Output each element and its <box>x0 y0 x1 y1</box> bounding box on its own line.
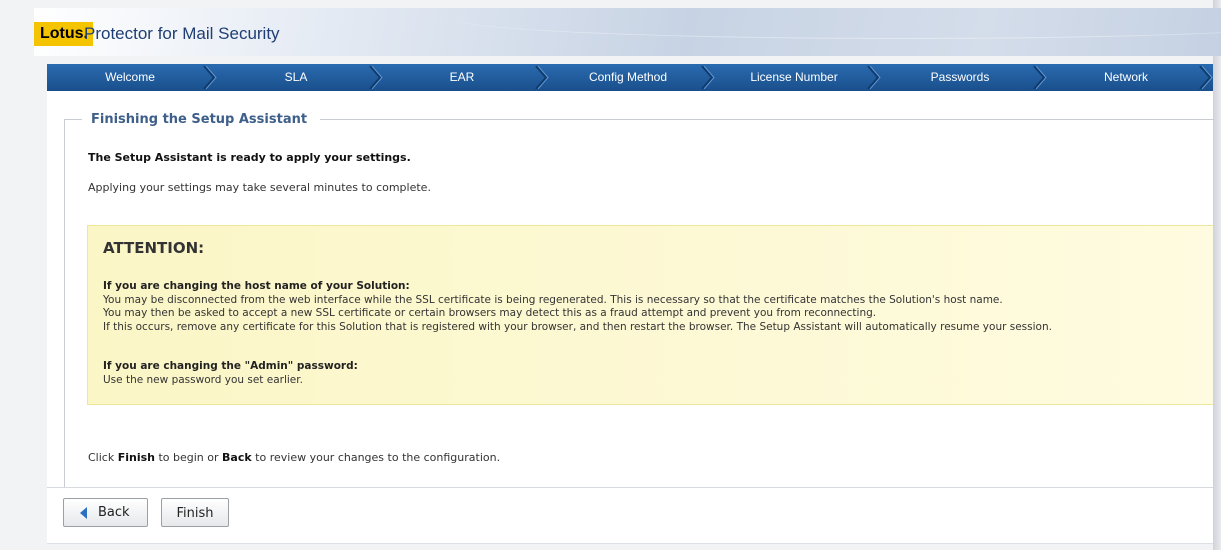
admin-password-line: Use the new password you set earlier. <box>103 373 303 386</box>
host-name-line: You may then be asked to accept a new SS… <box>103 307 877 319</box>
duration-message: Applying your settings may take several … <box>88 181 431 194</box>
host-name-line: If this occurs, remove any certificate f… <box>103 320 1052 333</box>
nav-step-passwords[interactable]: Passwords <box>877 64 1047 91</box>
chevron-right-icon <box>1199 66 1213 89</box>
host-name-heading: If you are changing the host name of you… <box>103 280 410 292</box>
back-button[interactable]: Back <box>63 498 148 527</box>
admin-password-notice: If you are changing the "Admin" password… <box>103 360 358 387</box>
nav-step-label: Welcome <box>105 70 155 84</box>
nav-step-label: Network <box>1103 70 1148 84</box>
wizard-steps-nav: Welcome SLA EAR Config Method License Nu… <box>47 64 1213 91</box>
app-header: Lotus. Protector for Mail Security <box>34 8 1221 56</box>
footer-finish-word: Finish <box>117 451 155 464</box>
nav-step-sla[interactable]: SLA <box>213 64 383 91</box>
nav-step-label: Passwords <box>930 70 990 84</box>
host-name-notice: If you are changing the host name of you… <box>103 280 1052 334</box>
footer-instructions: Click Finish to begin or Back to review … <box>88 451 500 464</box>
back-button-label: Back <box>98 505 130 520</box>
nav-step-license-number[interactable]: License Number <box>711 64 881 91</box>
footer-back-word: Back <box>222 451 252 464</box>
header-decoration <box>454 8 1221 39</box>
left-arrow-icon <box>80 507 87 519</box>
nav-step-config-method[interactable]: Config Method <box>545 64 715 91</box>
window-edge <box>1213 0 1221 550</box>
bottom-divider <box>47 543 1213 544</box>
footer-text-part: Click <box>88 451 118 464</box>
nav-step-welcome[interactable]: Welcome <box>47 64 217 91</box>
button-divider <box>47 487 1213 488</box>
section-title: Finishing the Setup Assistant <box>82 110 321 130</box>
nav-step-label: Config Method <box>588 70 668 84</box>
content-panel: Finishing the Setup Assistant The Setup … <box>47 91 1214 543</box>
app-title: Protector for Mail Security <box>84 24 280 43</box>
footer-text-part: to review your changes to the configurat… <box>251 451 501 464</box>
nav-step-label: License Number <box>750 70 838 84</box>
footer-text-part: to begin or <box>154 451 223 464</box>
nav-step-label: EAR <box>449 70 475 84</box>
attention-box: ATTENTION: If you are changing the host … <box>87 225 1213 405</box>
ready-message: The Setup Assistant is ready to apply yo… <box>88 151 411 164</box>
finish-button[interactable]: Finish <box>161 498 229 527</box>
host-name-line: You may be disconnected from the web int… <box>103 293 1003 306</box>
nav-step-network[interactable]: Network <box>1043 64 1213 91</box>
admin-password-heading: If you are changing the "Admin" password… <box>103 360 358 372</box>
nav-step-label: SLA <box>284 70 308 84</box>
nav-step-ear[interactable]: EAR <box>379 64 549 91</box>
attention-title: ATTENTION: <box>103 239 205 257</box>
